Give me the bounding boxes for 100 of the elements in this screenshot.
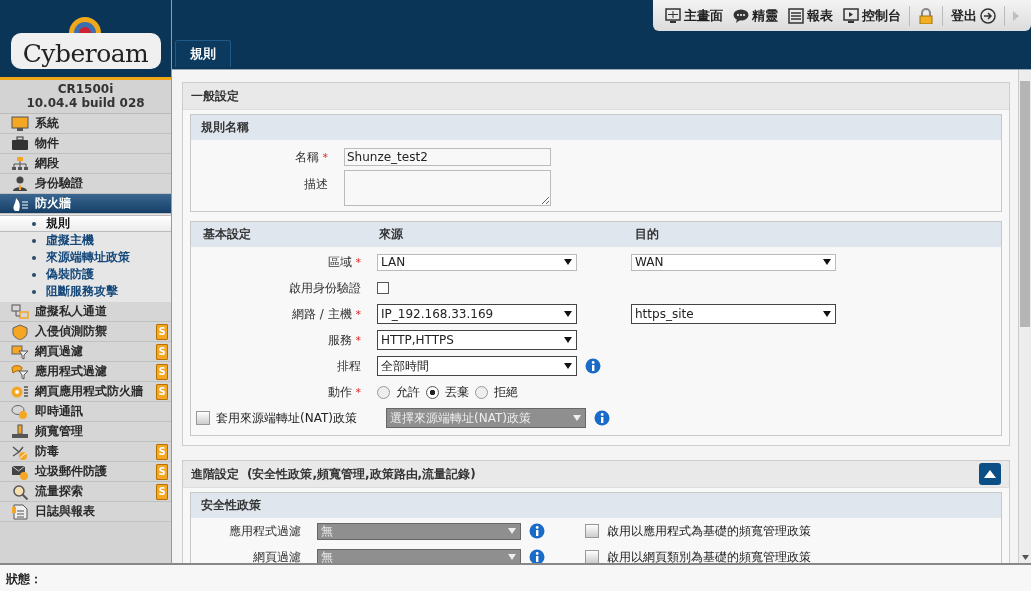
text-area[interactable] (344, 170, 551, 206)
dropdown[interactable]: WAN (631, 253, 836, 271)
sidebar-item[interactable]: 頻寬管理 (0, 422, 171, 442)
sidebar-item[interactable]: 防毒 S (0, 442, 171, 462)
lock-button[interactable] (916, 7, 936, 24)
filter-icon (11, 363, 29, 380)
document-icon (11, 503, 29, 520)
section-title: 進階設定 (191, 465, 239, 483)
monitor-icon (11, 115, 29, 132)
sidebar-item[interactable]: 網頁過濾 S (0, 342, 171, 362)
logout-icon (980, 7, 996, 24)
required-mark: * (355, 385, 361, 399)
filter-icon (11, 343, 29, 360)
console-icon (843, 7, 859, 24)
column-heading: 來源 (379, 226, 404, 243)
envelope-icon (11, 463, 29, 480)
globe-logo-icon (68, 17, 101, 33)
submenu-item[interactable]: 阻斷服務攻擊 (0, 283, 171, 300)
field-label: 名稱 (294, 149, 319, 164)
sidebar-item[interactable]: 網段 (0, 154, 171, 174)
field-label: 區域 (327, 254, 352, 269)
sidebar-item[interactable]: 即時通訊 (0, 402, 171, 422)
required-mark: * (355, 333, 361, 347)
dropdown[interactable]: LAN (377, 253, 577, 271)
collapse-button[interactable] (979, 463, 1001, 485)
status-label: 狀態： (6, 572, 42, 586)
sidebar-item[interactable]: 網頁應用程式防火牆 S (0, 382, 171, 402)
field-label: 排程 (337, 358, 361, 373)
group-title: 規則名稱 (191, 115, 1001, 140)
down-arrow-icon (1021, 554, 1029, 560)
caret-icon (564, 362, 572, 370)
up-arrow-icon (984, 470, 996, 478)
submenu-item[interactable]: 規則 (0, 215, 171, 232)
submenu-item[interactable]: 來源端轉址政策 (0, 249, 171, 266)
field-label: 啟用身份驗證 (289, 280, 361, 295)
field-label: 服務 (327, 332, 352, 347)
dropdown[interactable]: https_site (631, 304, 836, 324)
speech-bubble-icon (733, 7, 749, 24)
sidebar-item[interactable]: 入侵偵測防禦 S (0, 322, 171, 342)
group-title: 基本設定 (203, 226, 252, 243)
section-title: 一般設定 (191, 87, 239, 105)
radio-button[interactable]: 允許 (377, 383, 420, 401)
briefcase-icon (11, 135, 29, 152)
toolbar-button[interactable]: 報表 (786, 6, 835, 25)
required-mark: * (355, 307, 361, 321)
radio-button[interactable]: 拒絕 (475, 383, 518, 401)
report-icon (788, 7, 804, 24)
toolbar-button[interactable]: 主畫面 (663, 6, 725, 25)
sidebar-item[interactable]: 應用程式過濾 S (0, 362, 171, 382)
sidebar-item[interactable]: 日誌與報表 (0, 502, 171, 522)
badge: S (156, 483, 168, 500)
sidebar-item[interactable]: 系統 (0, 114, 171, 134)
field-label: 描述 (303, 176, 328, 193)
sidebar-item[interactable]: 身份驗證 (0, 174, 171, 194)
group-title: 安全性政策 (191, 493, 1001, 518)
dropdown[interactable]: HTTP,HTTPS (377, 330, 577, 350)
toolbar-button[interactable]: 精靈 (731, 6, 780, 25)
radio-button[interactable]: 丟棄 (426, 383, 469, 401)
caret-icon (573, 414, 581, 422)
sidebar-item[interactable]: 物件 (0, 134, 171, 154)
sidebar-item[interactable]: 防火牆 (0, 194, 171, 214)
caret-icon (508, 527, 516, 535)
dropdown[interactable]: IP_192.168.33.169 (377, 304, 577, 324)
input-field[interactable]: Shunze_test2 (344, 148, 551, 166)
network-icon (11, 155, 29, 172)
caret-icon (564, 310, 572, 318)
required-mark: * (322, 150, 328, 164)
shield-icon (11, 323, 29, 340)
submenu-item[interactable]: 虛擬主機 (0, 232, 171, 249)
dropdown[interactable]: 全部時間 (377, 356, 577, 376)
caret-icon (823, 258, 831, 266)
caret-icon (508, 553, 516, 561)
toolbar-button[interactable]: 控制台 (841, 6, 903, 25)
field-label: 動作 (327, 384, 352, 399)
caret-icon (564, 258, 572, 266)
badge: S (156, 363, 168, 380)
checkbox[interactable] (377, 282, 389, 294)
dashboard-icon (665, 7, 681, 24)
device-model: CR1500i (57, 82, 114, 96)
caret-icon (823, 310, 831, 318)
badge: S (156, 383, 168, 400)
info-icon (529, 523, 545, 539)
tab[interactable]: 規則 (175, 40, 231, 67)
sidebar-item[interactable]: 垃圾郵件防護 S (0, 462, 171, 482)
submenu-item[interactable]: 偽裝防護 (0, 266, 171, 283)
toolbar-button[interactable]: 登出 (949, 6, 998, 25)
sidebar-item[interactable]: 流量探索 S (0, 482, 171, 502)
required-mark: * (355, 255, 361, 269)
scrollbar[interactable] (1018, 70, 1031, 563)
sidebar-item[interactable]: 虛擬私人通道 (0, 302, 171, 322)
badge: S (156, 323, 168, 340)
column-heading: 目的 (635, 226, 660, 243)
firmware-version: 10.04.4 build 028 (26, 96, 145, 110)
computers-icon (11, 303, 29, 320)
chat-bubble-icon (11, 403, 29, 420)
field-label: 應用程式過濾 (229, 523, 301, 538)
user-icon (11, 175, 29, 192)
field-label: 網頁過濾 (253, 549, 301, 563)
badge: S (156, 463, 168, 480)
badge: S (156, 443, 168, 460)
